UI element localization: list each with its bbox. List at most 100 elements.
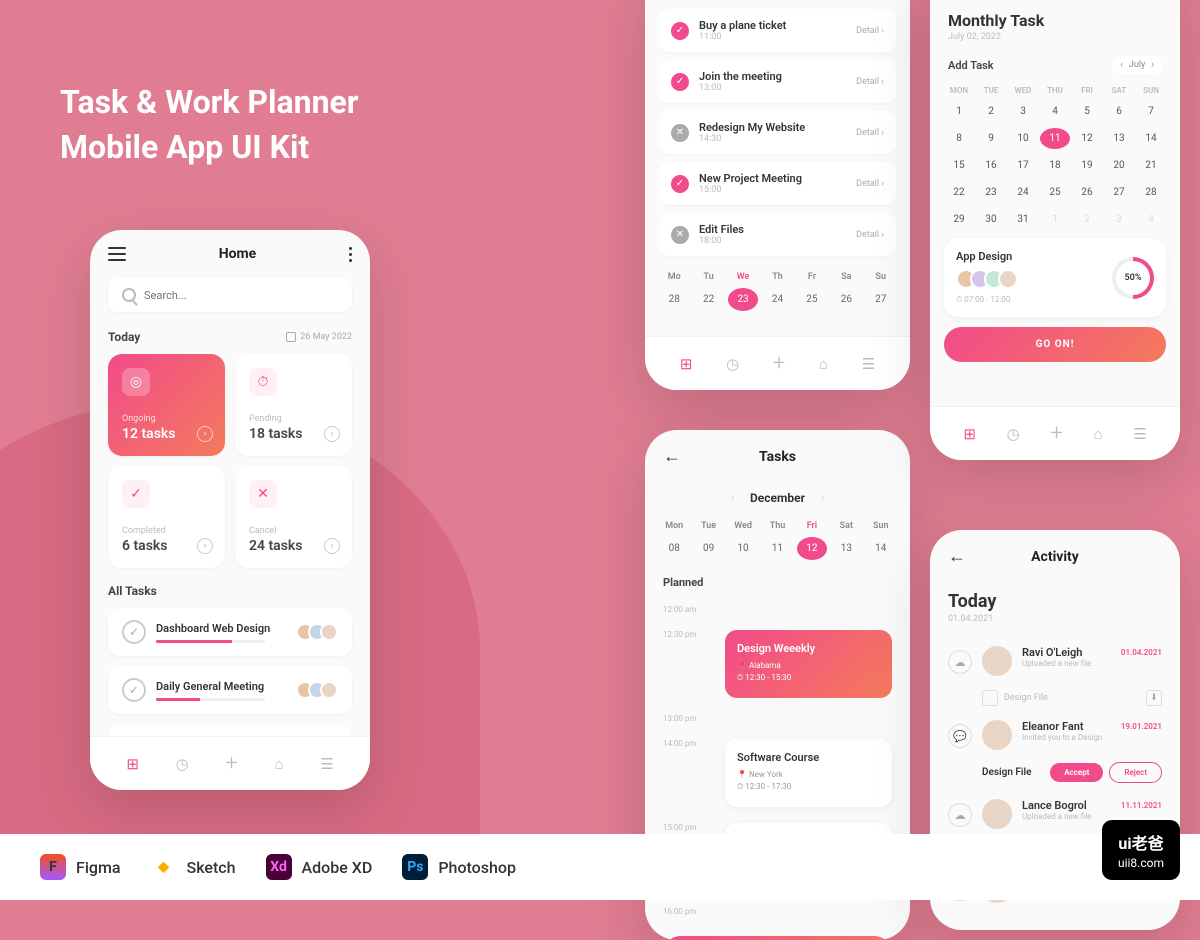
date-cell[interactable]: 8 [944,128,974,149]
task-item[interactable]: ✓Dashboard Web Design [108,608,352,656]
task-row[interactable]: ✕Redesign My Website14:30Detail › [659,111,896,154]
briefcase-icon[interactable]: ⌂ [274,755,283,773]
date-cell[interactable]: 4 [1136,209,1166,230]
date-cell[interactable]: 17 [1008,155,1038,176]
date-cell[interactable]: 27 [1104,182,1134,203]
date-cell[interactable]: 12 [1072,128,1102,149]
date-cell[interactable]: 10 [728,537,758,560]
add-icon[interactable]: + [1050,421,1062,446]
date-cell[interactable]: 08 [659,537,689,560]
task-row[interactable]: ✓New Project Meeting15:00Detail › [659,162,896,205]
back-icon[interactable]: ← [948,546,966,567]
upload-icon: ☁ [948,803,972,827]
more-icon[interactable] [349,247,352,262]
date-cell[interactable]: 20 [1104,155,1134,176]
grid-icon[interactable]: ⊞ [126,755,139,773]
search-input[interactable] [108,278,352,312]
date-cell[interactable]: 23 [976,182,1006,203]
date-cell[interactable]: 14 [866,537,896,560]
date-cell[interactable]: 12 [797,537,827,560]
date-cell[interactable]: 22 [693,288,723,311]
date-cell[interactable]: 11 [1040,128,1070,149]
file-item[interactable]: Design File [982,690,1048,706]
date-cell[interactable]: 25 [797,288,827,311]
grid-icon[interactable]: ⊞ [680,355,693,373]
menu-icon[interactable] [108,247,126,261]
date-cell[interactable]: 2 [1072,209,1102,230]
status-card[interactable]: ⏱Pending18 tasks› [235,354,352,456]
activity-item[interactable]: 💬Eleanor Fant19.01.2021Invited you to a … [930,712,1180,758]
date-cell[interactable]: 28 [659,288,689,311]
task-row[interactable]: ✓Join the meeting13:00Detail › [659,60,896,103]
next-icon[interactable]: › [821,493,824,504]
add-icon[interactable]: + [225,751,237,776]
accept-button[interactable]: Accept [1050,763,1103,782]
task-row[interactable]: ✕Edit Files18:00Detail › [659,213,896,256]
month-selector[interactable]: ‹July› [1112,56,1162,74]
date-cell[interactable]: 18 [1040,155,1070,176]
date-cell[interactable]: 2 [976,101,1006,122]
prev-icon[interactable]: ‹ [1120,60,1123,70]
status-card[interactable]: ✓Completed6 tasks› [108,466,225,568]
date-cell[interactable]: 22 [944,182,974,203]
date-cell[interactable]: 28 [1136,182,1166,203]
clock-icon[interactable]: ◷ [1007,425,1020,443]
grid-icon[interactable]: ⊞ [963,425,976,443]
date-cell[interactable]: 14 [1136,128,1166,149]
date-cell[interactable]: 1 [1040,209,1070,230]
date-cell[interactable]: 13 [831,537,861,560]
briefcase-icon[interactable]: ⌂ [1093,425,1102,443]
date-cell[interactable]: 29 [944,209,974,230]
task-row[interactable]: ✓Buy a plane ticket11:00Detail › [659,9,896,52]
date-cell[interactable]: 24 [1008,182,1038,203]
date-cell[interactable]: 23 [728,288,758,311]
date-cell[interactable]: 7 [1136,101,1166,122]
date-cell[interactable]: 26 [831,288,861,311]
date-cell[interactable]: 16 [976,155,1006,176]
status-card[interactable]: ✕Cancel24 tasks› [235,466,352,568]
next-icon[interactable]: › [1151,60,1154,70]
date-cell[interactable]: 09 [693,537,723,560]
date-cell[interactable]: 30 [976,209,1006,230]
search-field[interactable] [144,289,338,302]
date-cell[interactable]: 4 [1040,101,1070,122]
date-cell[interactable]: 19 [1072,155,1102,176]
add-task-button[interactable]: ADD TASK [663,936,892,940]
task-item[interactable]: ✓Daily General Meeting [108,666,352,714]
date-cell[interactable]: 24 [762,288,792,311]
task-card[interactable]: App Design ⏱ 07:00 - 12:00 50% [944,238,1166,317]
date-cell[interactable]: 6 [1104,101,1134,122]
date-cell[interactable]: 21 [1136,155,1166,176]
prev-icon[interactable]: ‹ [731,493,734,504]
date-cell[interactable]: 3 [1008,101,1038,122]
calendar-screen: Calendar 🔔 Monthly Task July 02, 2022 Ad… [930,0,1180,460]
clock-icon[interactable]: ◷ [176,755,189,773]
date-cell[interactable]: 1 [944,101,974,122]
date-cell[interactable]: 31 [1008,209,1038,230]
date-cell[interactable]: 15 [944,155,974,176]
date-cell[interactable]: 13 [1104,128,1134,149]
date-cell[interactable]: 5 [1072,101,1102,122]
back-icon[interactable]: ← [663,446,681,467]
date-cell[interactable]: 27 [866,288,896,311]
reject-button[interactable]: Reject [1109,762,1162,783]
status-card[interactable]: ◎Ongoing12 tasks› [108,354,225,456]
briefcase-icon[interactable]: ⌂ [819,355,828,373]
day-label: Fri [797,521,827,531]
go-button[interactable]: GO ON! [944,327,1166,362]
date-cell[interactable]: 9 [976,128,1006,149]
date-cell[interactable]: 11 [762,537,792,560]
date-cell[interactable]: 3 [1104,209,1134,230]
list-icon[interactable]: ☰ [1133,425,1146,443]
list-icon[interactable]: ☰ [320,755,333,773]
list-icon[interactable]: ☰ [862,355,875,373]
add-icon[interactable]: + [773,351,785,376]
event-card[interactable]: Design Weeekly📍 Alabama⏱ 12:30 - 15:30 [725,630,892,698]
date-cell[interactable]: 10 [1008,128,1038,149]
event-card[interactable]: Software Course📍 New York⏱ 12:30 - 17:30 [725,739,892,807]
date-cell[interactable]: 26 [1072,182,1102,203]
clock-icon[interactable]: ◷ [726,355,739,373]
download-icon[interactable]: ⬇ [1146,690,1162,706]
activity-item[interactable]: ☁Ravi O'Leigh01.04.2021Uploaded a new fi… [930,638,1180,684]
date-cell[interactable]: 25 [1040,182,1070,203]
